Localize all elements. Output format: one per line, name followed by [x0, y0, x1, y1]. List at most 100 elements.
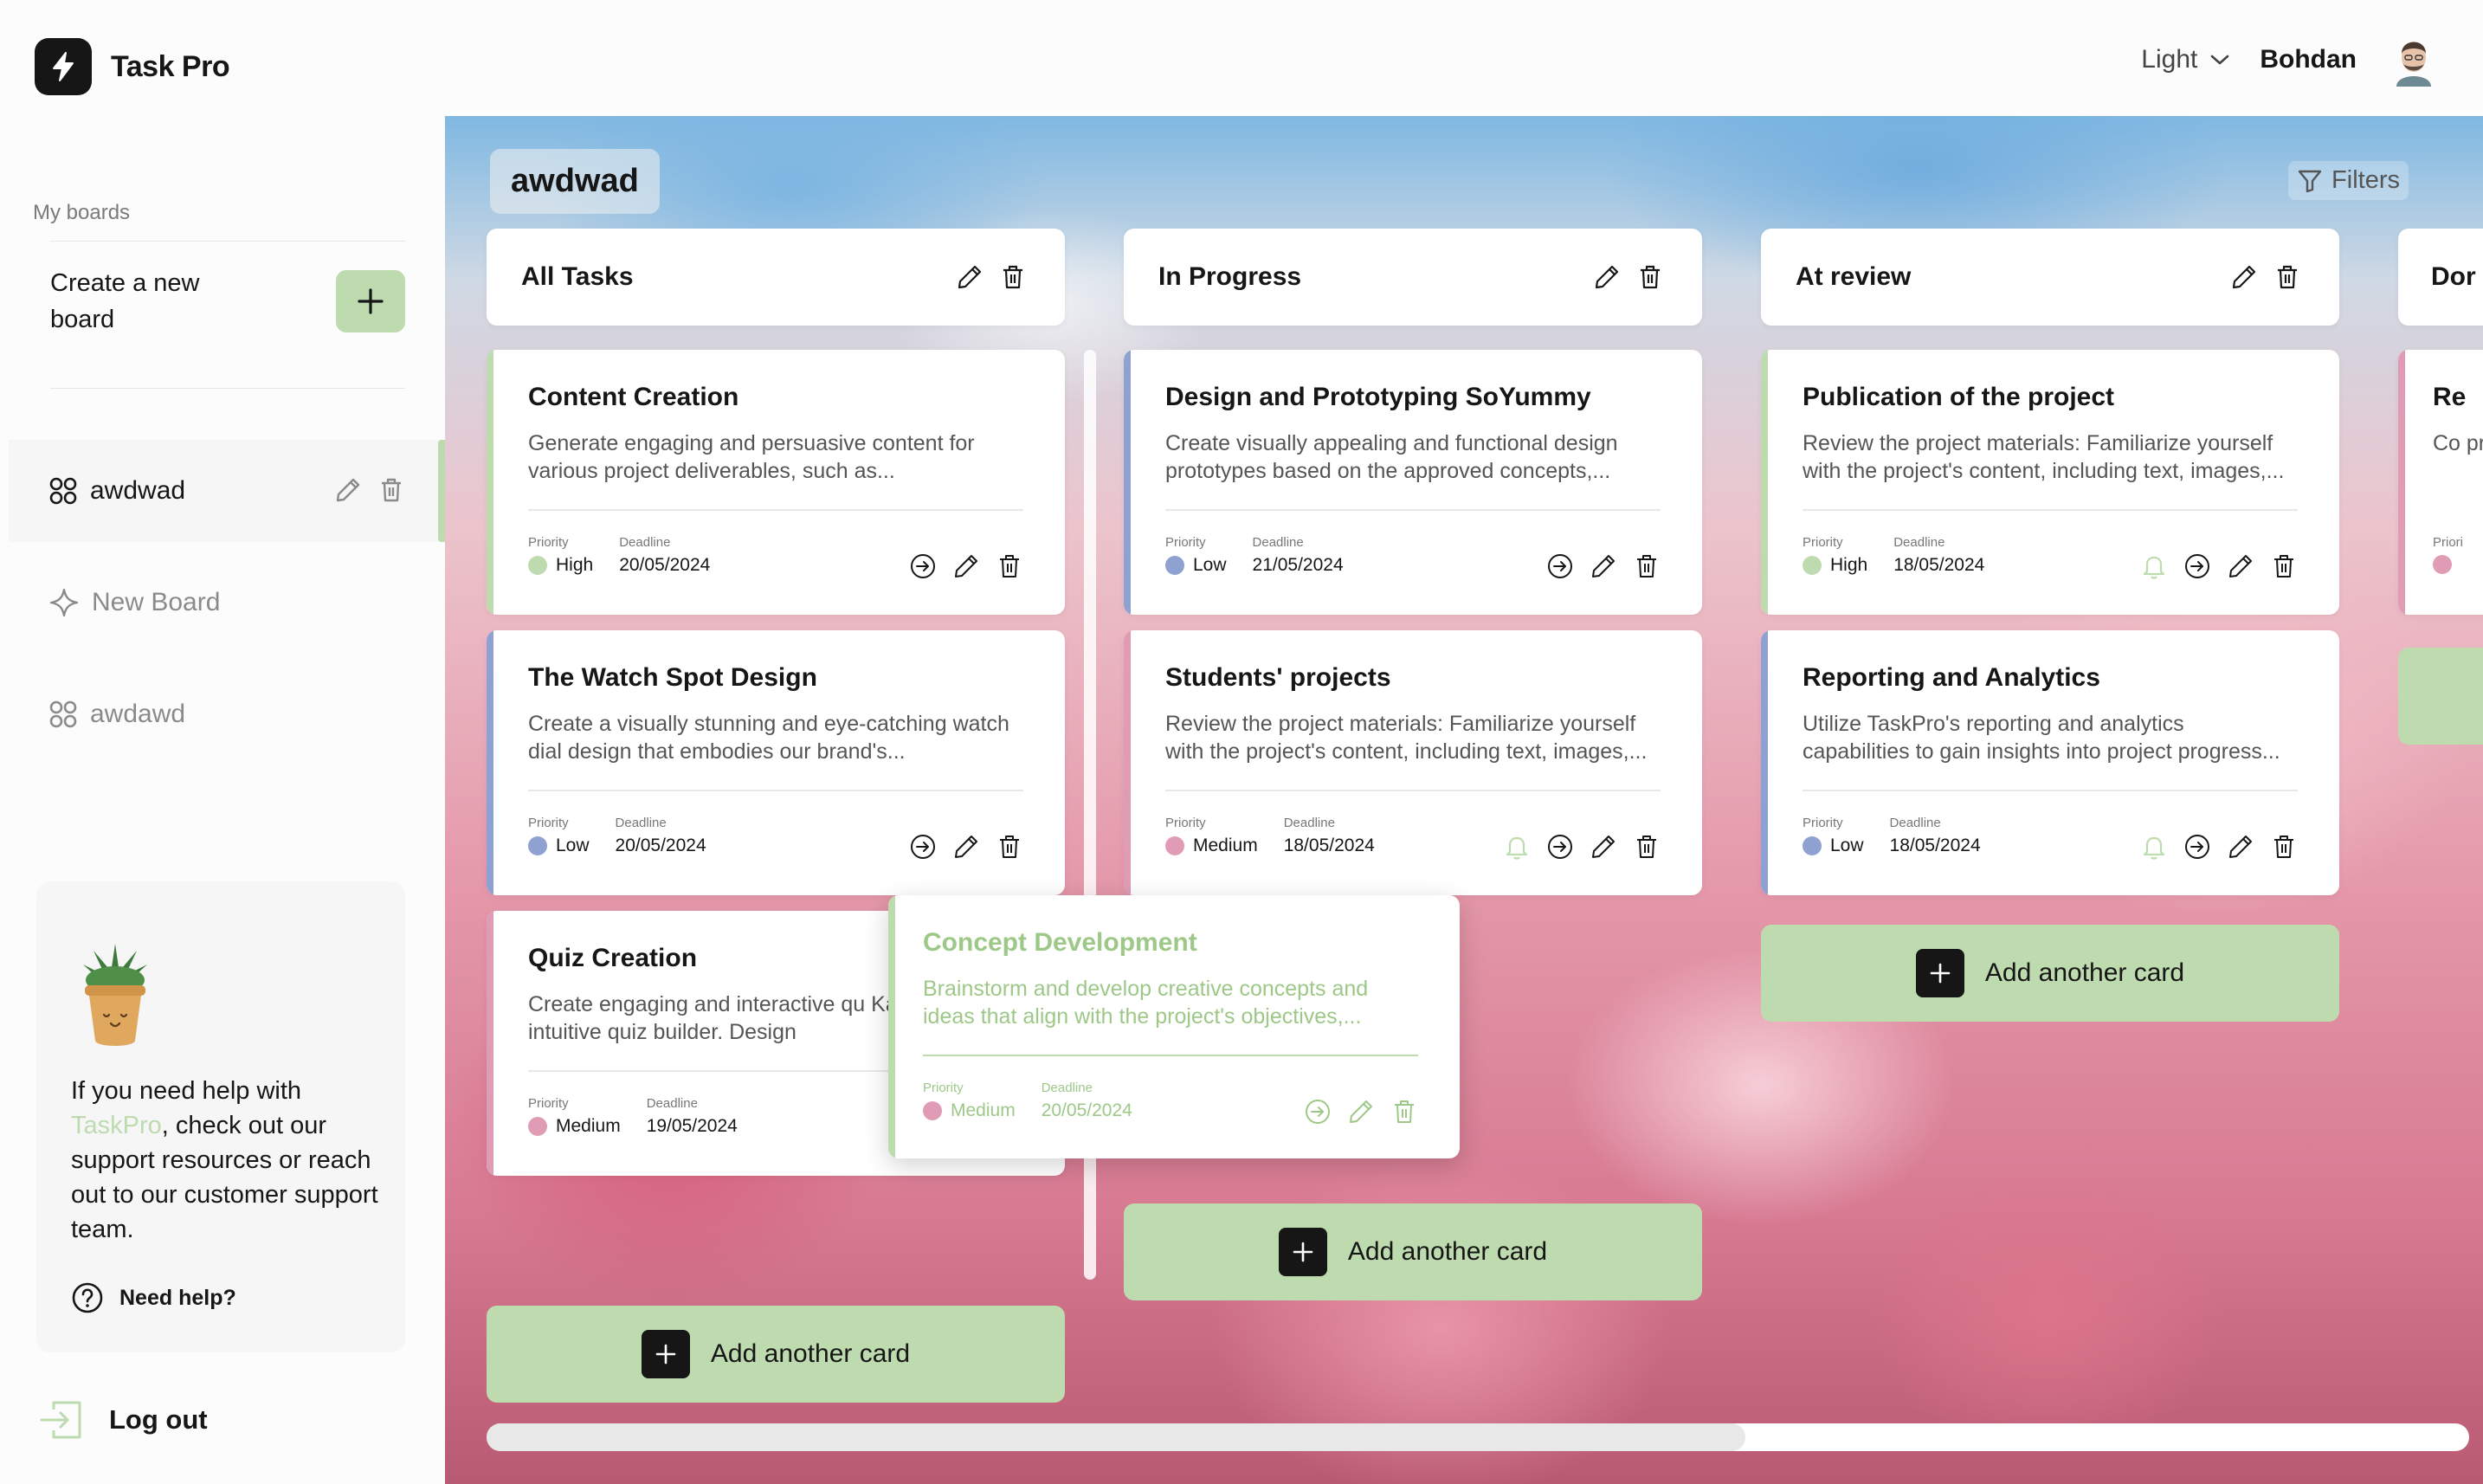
- card-title: The Watch Spot Design: [528, 663, 817, 692]
- card-description: Co pro: [2433, 431, 2483, 455]
- move-arrow-icon[interactable]: [909, 552, 937, 580]
- priority-label: Priority: [1803, 535, 1843, 550]
- deadline-label: Deadline: [1041, 1081, 1093, 1095]
- task-card-partial[interactable]: Re Co pro Priori: [2398, 350, 2483, 615]
- trash-icon[interactable]: [996, 833, 1023, 861]
- trash-icon[interactable]: [2273, 263, 2301, 291]
- horizontal-scrollbar-thumb[interactable]: [487, 1423, 1745, 1451]
- plus-icon: [358, 288, 384, 314]
- divider: [528, 790, 1023, 791]
- help-box: If you need help with TaskPro, check out…: [36, 881, 405, 1352]
- filters-button[interactable]: Filters: [2288, 161, 2409, 200]
- logout-label: Log out: [109, 1404, 208, 1435]
- priority-label: Priority: [528, 535, 569, 550]
- add-card-button[interactable]: Add another card: [1761, 925, 2339, 1022]
- sidebar-board-awdwad[interactable]: awdwad: [9, 440, 445, 542]
- my-boards-title: My boards: [33, 201, 131, 224]
- pencil-icon[interactable]: [334, 476, 362, 504]
- priority-text: High: [556, 555, 594, 575]
- card-title: Reporting and Analytics: [1803, 663, 2100, 692]
- pencil-icon[interactable]: [2227, 552, 2254, 580]
- priority-dot: [923, 1101, 942, 1120]
- plus-icon: [1915, 949, 1964, 997]
- theme-select[interactable]: Light: [2141, 45, 2230, 74]
- move-arrow-icon[interactable]: [1304, 1098, 1332, 1126]
- card-actions: [909, 552, 1023, 580]
- pencil-icon[interactable]: [2227, 833, 2254, 861]
- priority-label: Priori: [2433, 535, 2464, 550]
- card-title: Quiz Creation: [528, 944, 698, 972]
- priority-stripe: [1761, 350, 1768, 615]
- priority-stripe: [1761, 630, 1768, 895]
- avatar[interactable]: [2389, 33, 2438, 87]
- card-description: Create visually appealing and functional…: [1165, 431, 1618, 483]
- move-arrow-icon[interactable]: [2183, 833, 2211, 861]
- priority-value: Low: [1165, 555, 1227, 576]
- divider: [1803, 509, 2298, 511]
- card-meta: Priority Low Deadline 21/05/2024: [1165, 535, 1344, 576]
- priority-dot: [1165, 836, 1184, 855]
- card-title: Concept Development: [923, 928, 1197, 957]
- priority-label: Priority: [528, 1096, 569, 1111]
- deadline-value: 20/05/2024: [615, 836, 706, 855]
- trash-icon[interactable]: [1390, 1098, 1418, 1126]
- priority-text: Low: [1193, 555, 1227, 575]
- card-meta: Priority Low Deadline 20/05/2024: [528, 816, 706, 856]
- task-card-publication[interactable]: Publication of the project Review the pr…: [1761, 350, 2339, 615]
- add-card-label: Add another card: [1347, 1237, 1548, 1266]
- trash-icon[interactable]: [377, 476, 405, 504]
- logout-button[interactable]: Log out: [38, 1396, 208, 1444]
- pencil-icon[interactable]: [956, 263, 984, 291]
- pencil-icon[interactable]: [1590, 833, 1617, 861]
- trash-icon[interactable]: [1636, 263, 1664, 291]
- add-card-button[interactable]: Add another card: [1124, 1203, 1702, 1300]
- task-card-watch-spot-design[interactable]: The Watch Spot Design Create a visually …: [487, 630, 1065, 895]
- bell-icon[interactable]: [2140, 552, 2168, 580]
- theme-value: Light: [2141, 45, 2198, 74]
- bell-icon[interactable]: [2140, 833, 2168, 861]
- divider: [1165, 790, 1661, 791]
- task-card-concept-development-dragging[interactable]: Concept Development Brainstorm and devel…: [888, 895, 1460, 1158]
- grid-icon: [49, 477, 77, 505]
- sidebar-board-new-board[interactable]: New Board: [9, 552, 445, 654]
- move-arrow-icon[interactable]: [909, 833, 937, 861]
- app-logo[interactable]: Task Pro: [35, 38, 230, 95]
- need-help-link[interactable]: Need help?: [71, 1281, 236, 1314]
- priority-stripe: [2398, 350, 2405, 615]
- add-card-button-partial[interactable]: [2398, 648, 2483, 745]
- trash-icon[interactable]: [996, 552, 1023, 580]
- task-card-reporting-analytics[interactable]: Reporting and Analytics Utilize TaskPro'…: [1761, 630, 2339, 895]
- trash-icon[interactable]: [2270, 552, 2298, 580]
- add-card-button[interactable]: Add another card: [487, 1306, 1065, 1403]
- pencil-icon[interactable]: [1593, 263, 1621, 291]
- task-card-content-creation[interactable]: Content Creation Generate engaging and p…: [487, 350, 1065, 615]
- trash-icon[interactable]: [999, 263, 1027, 291]
- deadline-value: 21/05/2024: [1252, 555, 1344, 575]
- pencil-icon[interactable]: [2230, 263, 2258, 291]
- task-card-design-prototyping[interactable]: Design and Prototyping SoYummy Create vi…: [1124, 350, 1702, 615]
- card-description: Review the project materials: Familiariz…: [1803, 431, 2285, 483]
- trash-icon[interactable]: [1633, 552, 1661, 580]
- column-actions: [1593, 263, 1664, 291]
- task-card-students-projects[interactable]: Students' projects Review the project ma…: [1124, 630, 1702, 895]
- priority-value: High: [528, 555, 593, 576]
- priority-value: Medium: [923, 1100, 1016, 1121]
- pencil-icon[interactable]: [952, 833, 980, 861]
- sidebar-board-awdawd[interactable]: awdawd: [9, 663, 445, 765]
- lightning-icon: [35, 38, 92, 95]
- pencil-icon[interactable]: [1590, 552, 1617, 580]
- move-arrow-icon[interactable]: [2183, 552, 2211, 580]
- move-arrow-icon[interactable]: [1546, 552, 1574, 580]
- deadline-value: 20/05/2024: [619, 555, 711, 575]
- priority-dot: [528, 836, 547, 855]
- bell-icon[interactable]: [1503, 833, 1531, 861]
- create-board-button[interactable]: [336, 270, 405, 332]
- trash-icon[interactable]: [1633, 833, 1661, 861]
- priority-value: Low: [528, 836, 590, 856]
- priority-stripe: [1124, 630, 1131, 895]
- move-arrow-icon[interactable]: [1546, 833, 1574, 861]
- card-description: Utilize TaskPro's reporting and analytic…: [1803, 712, 2280, 764]
- trash-icon[interactable]: [2270, 833, 2298, 861]
- pencil-icon[interactable]: [1347, 1098, 1375, 1126]
- pencil-icon[interactable]: [952, 552, 980, 580]
